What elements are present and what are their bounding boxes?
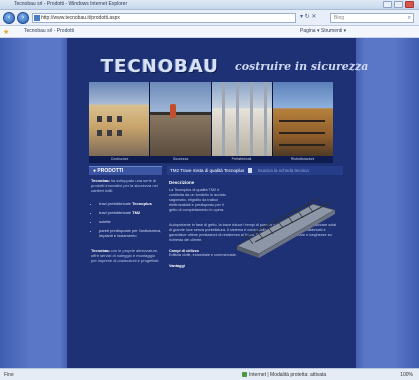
photo-caption[interactable]: Sicurezza bbox=[150, 156, 211, 163]
photo-building-construction[interactable] bbox=[89, 82, 150, 156]
maximize-button[interactable] bbox=[394, 1, 403, 8]
forward-arrow-icon: › bbox=[21, 14, 25, 21]
photo-prefab-wall[interactable] bbox=[211, 82, 272, 156]
refresh-stop-icons[interactable]: ▾ ↻ ✕ bbox=[300, 13, 316, 20]
site-tagline: costruire in sicurezza bbox=[235, 60, 369, 73]
datasheet-link[interactable]: Scarica la scheda tecnica bbox=[258, 168, 309, 173]
status-text: Fine bbox=[4, 372, 14, 378]
forward-button[interactable]: › bbox=[17, 12, 29, 24]
address-bar[interactable]: http://www.tecnobau.it/prodotti.aspx bbox=[32, 13, 296, 23]
search-placeholder: Bing bbox=[334, 15, 345, 21]
back-button[interactable]: ‹ bbox=[3, 12, 15, 24]
browser-navigation-bar: ‹ › http://www.tecnobau.it/prodotti.aspx… bbox=[0, 10, 419, 26]
photo-worker-on-beam[interactable] bbox=[150, 82, 211, 156]
product-heading: TM2 Trave mista di qualità Tecnoplus Sca… bbox=[167, 166, 343, 175]
search-box[interactable]: Bing ⌕ bbox=[330, 13, 414, 23]
window-title: Tecnobau srl - Prodotti - Windows Intern… bbox=[14, 1, 128, 7]
header-photo-strip bbox=[89, 82, 333, 156]
command-bar-tools[interactable]: Pagina ▾ Strumenti ▾ bbox=[300, 28, 346, 34]
security-zone[interactable]: Internet | Modalità protetta: attivata bbox=[242, 372, 326, 378]
product-list-item[interactable]: travi prefabbricate Tecnoplus bbox=[99, 201, 162, 206]
photo-caption[interactable]: Ristrutturazioni bbox=[272, 156, 333, 163]
favorites-star-icon[interactable]: ★ bbox=[3, 28, 9, 36]
back-arrow-icon: ‹ bbox=[7, 14, 11, 21]
globe-icon bbox=[242, 372, 247, 378]
product-list-item[interactable]: pareti predisposte per l'antisismica, im… bbox=[99, 228, 162, 238]
product-list-item[interactable]: solette bbox=[99, 219, 162, 224]
browser-tab[interactable]: Tecnobau srl - Prodotti bbox=[24, 28, 74, 34]
status-bar: Fine Internet | Modalità protetta: attiv… bbox=[0, 368, 419, 380]
product-beam-image bbox=[236, 197, 337, 258]
description-text: La Tecnoplus di qualità TM2 è costituita… bbox=[169, 188, 226, 212]
photo-building-balconies[interactable] bbox=[272, 82, 333, 156]
product-list-item[interactable]: travi prefabbricate TM2 bbox=[99, 210, 162, 215]
page-viewport: TECNOBAU costruire in sicurezza Costruzi… bbox=[0, 38, 419, 368]
photo-captions: Costruzioni Sicurezza Prefabbricati Rist… bbox=[89, 156, 333, 163]
minimize-button[interactable] bbox=[383, 1, 392, 8]
left-sidebar: ● PRODOTTI Tecnobau ha sviluppato una se… bbox=[89, 166, 162, 263]
window-title-bar: Tecnobau srl - Prodotti - Windows Intern… bbox=[0, 0, 419, 10]
site-container: TECNOBAU costruire in sicurezza Costruzi… bbox=[67, 38, 368, 368]
product-title: TM2 Trave mista di qualità Tecnoplus bbox=[170, 168, 245, 173]
sidebar-heading: ● PRODOTTI bbox=[89, 166, 162, 175]
address-url: http://www.tecnobau.it/prodotti.aspx bbox=[41, 15, 120, 21]
sidebar-intro: Tecnobau ha sviluppato una serie di prod… bbox=[91, 178, 158, 193]
favorites-bar: ★ Tecnobau srl - Prodotti Pagina ▾ Strum… bbox=[0, 26, 419, 38]
zoom-level[interactable]: 100% bbox=[400, 372, 413, 378]
close-button[interactable] bbox=[405, 1, 414, 8]
advantages-title: Vantaggi bbox=[169, 264, 185, 268]
main-content: TM2 Trave mista di qualità Tecnoplus Sca… bbox=[167, 166, 343, 268]
photo-caption[interactable]: Prefabbricati bbox=[211, 156, 272, 163]
photo-caption[interactable]: Costruzioni bbox=[89, 156, 150, 163]
site-logo[interactable]: TECNOBAU bbox=[101, 56, 219, 77]
site-header: TECNOBAU costruire in sicurezza bbox=[67, 48, 368, 82]
site-favicon-icon bbox=[34, 15, 40, 21]
product-list: travi prefabbricate Tecnoplus travi pref… bbox=[89, 201, 162, 238]
search-icon[interactable]: ⌕ bbox=[408, 15, 411, 22]
description-title: Descrizione bbox=[169, 180, 195, 185]
sidebar-footer-text: Tecnobau con le proprie attrezzature, of… bbox=[91, 248, 160, 263]
document-icon[interactable] bbox=[248, 168, 253, 174]
